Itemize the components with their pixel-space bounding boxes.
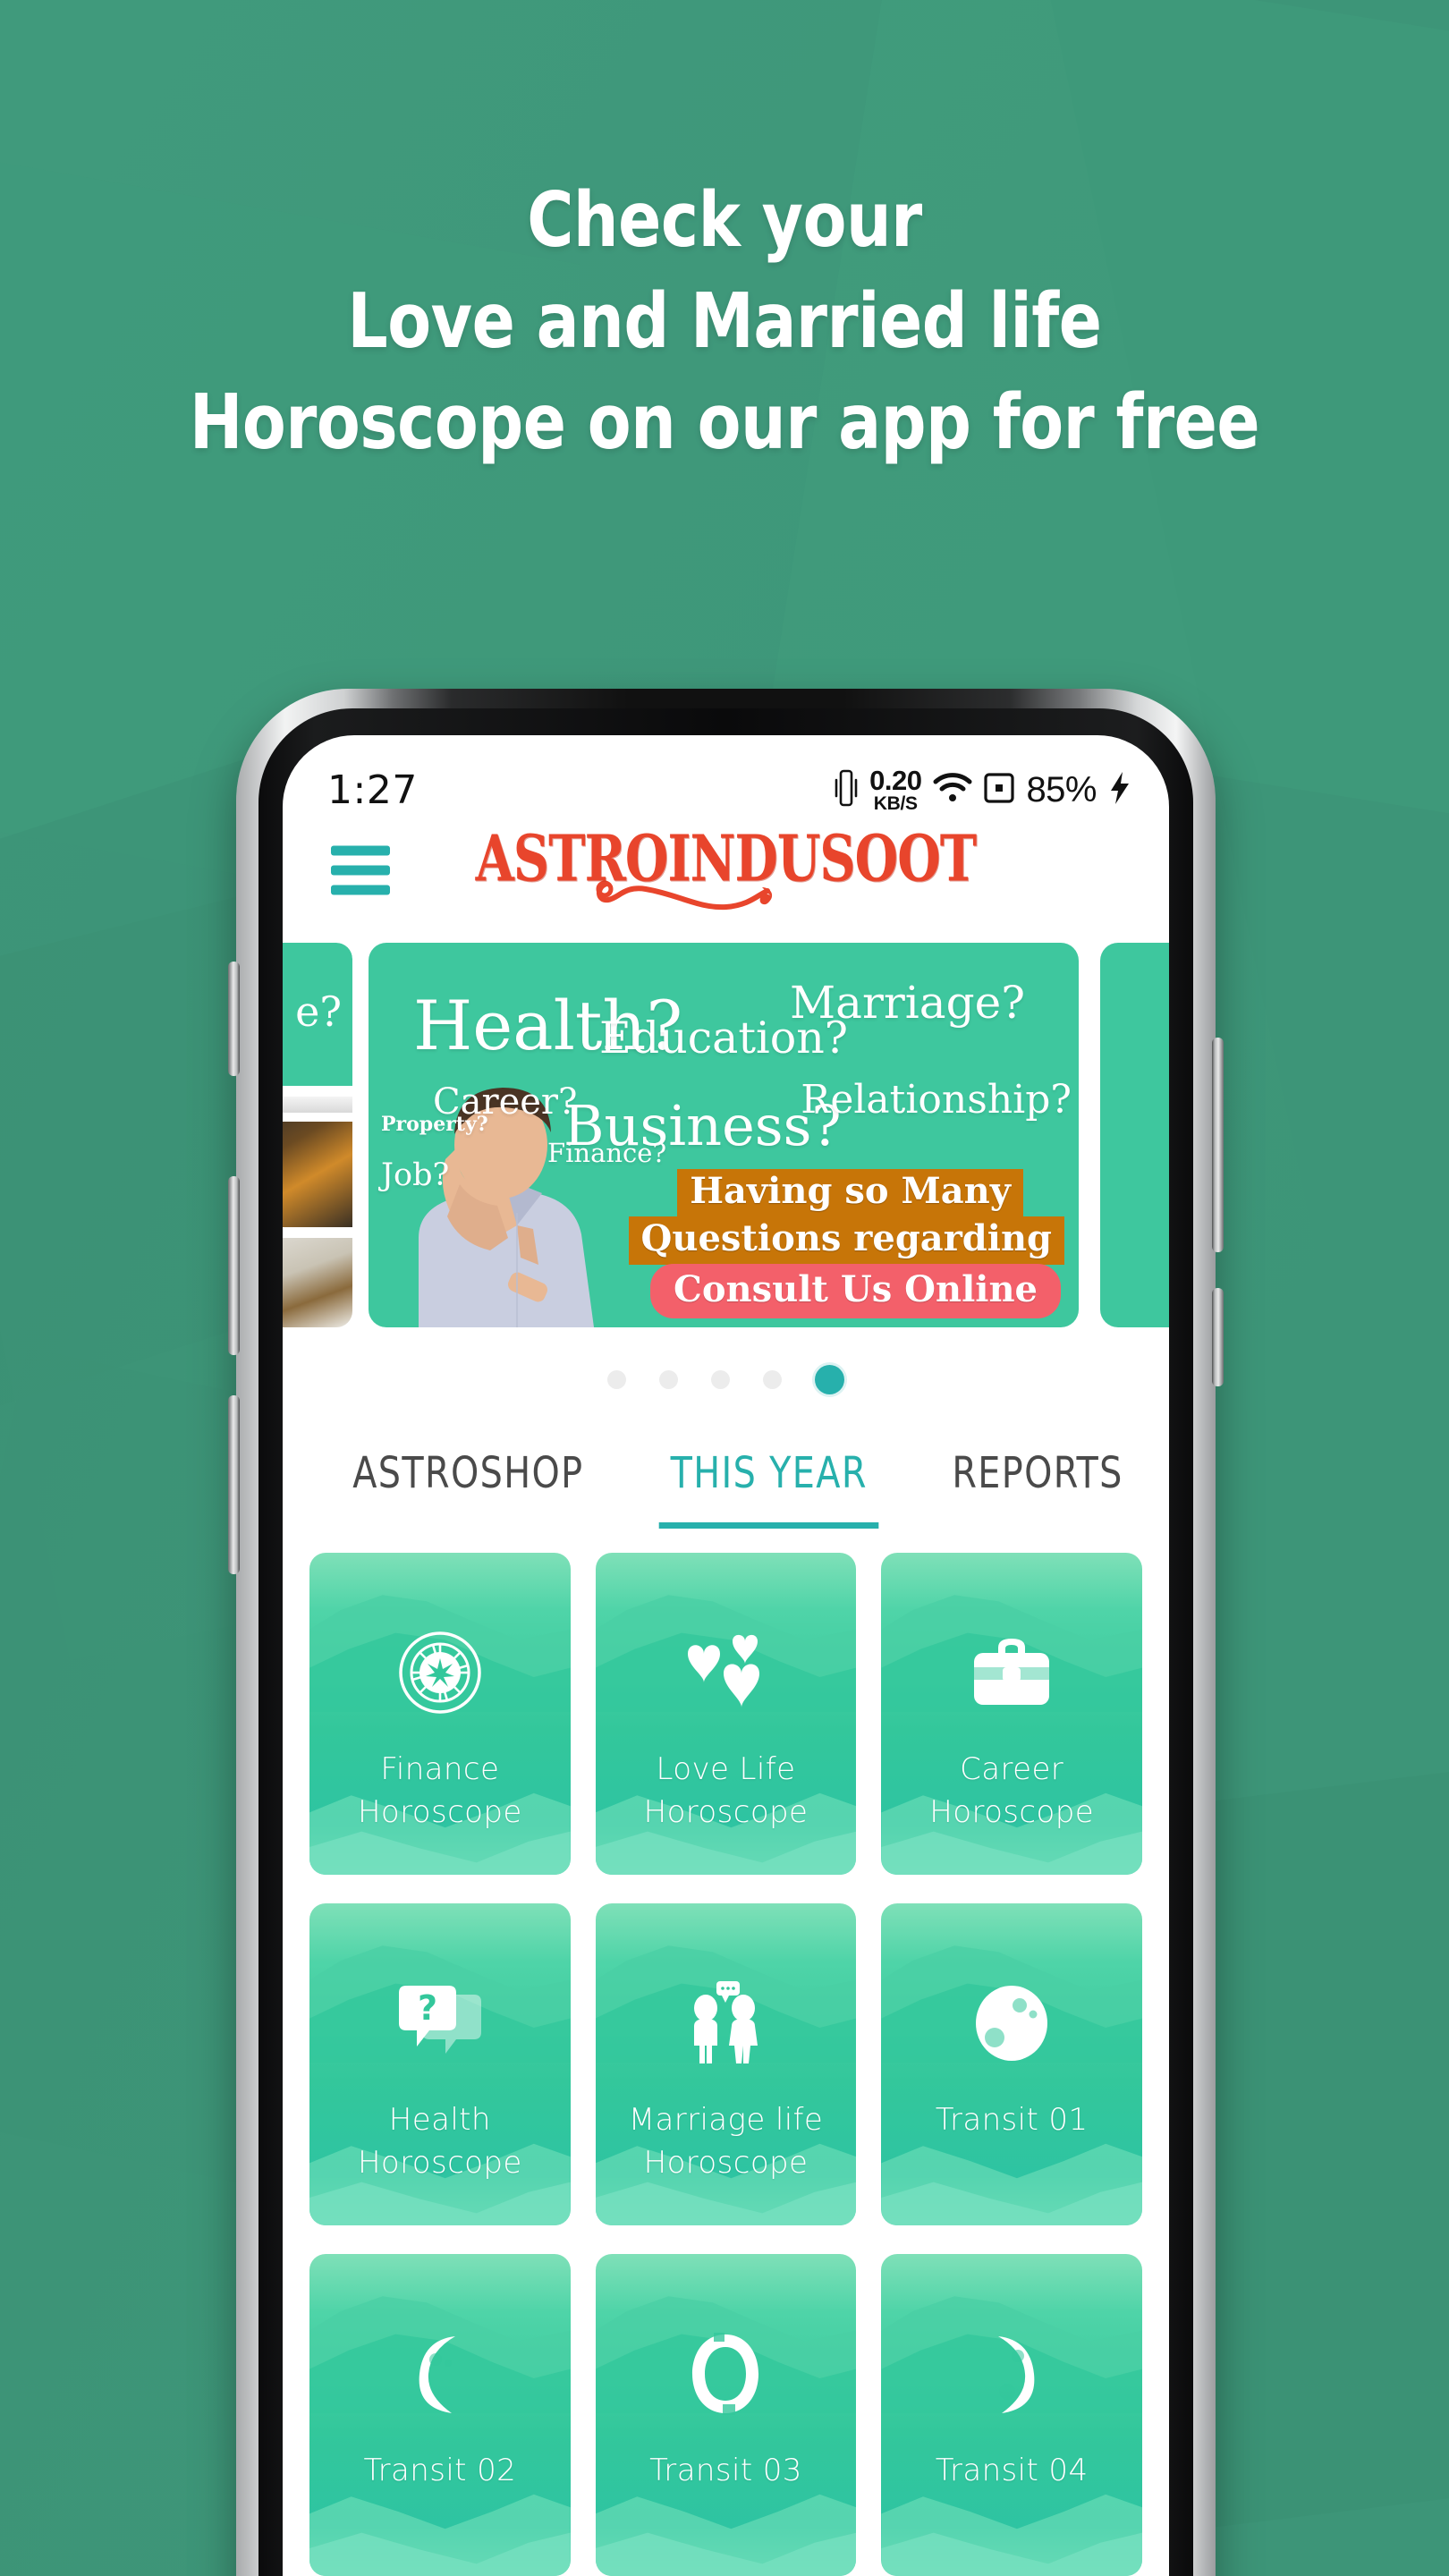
question-speech-bubble-icon: ?	[394, 1980, 487, 2066]
card-career-horoscope[interactable]: Career Horoscope	[881, 1553, 1142, 1875]
card-label: Finance Horoscope	[358, 1748, 522, 1835]
network-speed-indicator: 0.20 KB/S	[869, 765, 922, 814]
svg-text:?: ?	[418, 1988, 437, 2028]
carousel-slide-active[interactable]: Health? Education? Marriage? Career? Bus…	[369, 943, 1079, 1327]
couple-icon	[681, 1980, 770, 2066]
horoscope-card-grid: Finance Horoscope Love Life Horoscope Ca…	[283, 1540, 1169, 2576]
card-label-line1: Transit 03	[649, 2453, 802, 2488]
card-label: Transit 03	[649, 2449, 802, 2492]
card-label-line2: Horoscope	[643, 1794, 809, 1831]
card-finance-horoscope[interactable]: Finance Horoscope	[309, 1553, 571, 1875]
tab-reports[interactable]: REPORTS	[920, 1448, 1154, 1498]
sim-card-icon	[984, 771, 1015, 809]
card-label: Career Horoscope	[929, 1748, 1094, 1835]
card-love-life-horoscope[interactable]: Love Life Horoscope	[595, 1553, 857, 1875]
headline-line-3: Horoscope on our app for free	[189, 378, 1260, 468]
carousel-question-property: Property?	[381, 1113, 488, 1136]
carousel-prev-photo	[283, 1122, 352, 1227]
card-label-line1: Transit 02	[363, 2453, 517, 2488]
charging-bolt-icon	[1108, 770, 1131, 810]
phone-side-button-extra[interactable]	[1212, 1288, 1224, 1386]
promo-headline: Check your Love and Married life Horosco…	[51, 170, 1399, 473]
carousel-dot-active[interactable]	[815, 1364, 844, 1394]
status-bar: 1:27 0.20 KB/S 85%	[283, 735, 1169, 821]
card-label: Health Horoscope	[358, 2098, 522, 2185]
carousel-dot[interactable]	[607, 1369, 626, 1389]
promo-carousel[interactable]: e? Health? Education? Marriage? Career? …	[283, 919, 1169, 1349]
card-label-line1: Transit 04	[935, 2453, 1089, 2488]
card-label-line2: Horoscope	[643, 2145, 809, 2182]
card-label-line1: Career	[960, 1751, 1064, 1787]
card-label: Love Life Horoscope	[644, 1748, 809, 1835]
phone-side-button-volume-down[interactable]	[228, 1395, 240, 1574]
status-bar-time: 1:27	[327, 767, 418, 813]
planet-craters-icon	[970, 1980, 1053, 2066]
phone-side-button-volume-up[interactable]	[228, 1176, 240, 1355]
carousel-question-job: Job?	[381, 1157, 450, 1193]
card-transit-04[interactable]: Transit 04	[881, 2254, 1142, 2576]
card-health-horoscope[interactable]: ? Health Horoscope	[309, 1903, 571, 2225]
card-label-line1: Finance	[380, 1751, 500, 1787]
card-label-line1: Health	[388, 2102, 491, 2138]
card-label: Transit 01	[936, 2098, 1089, 2141]
carousel-dot[interactable]	[763, 1369, 782, 1389]
carousel-prev-partial-text: e?	[295, 987, 342, 1036]
app-header: ASTROINDUSOOT	[283, 821, 1169, 919]
card-transit-02[interactable]: Transit 02	[309, 2254, 571, 2576]
carousel-cta-line-2: Questions regarding	[628, 1216, 1064, 1265]
carousel-cta-line-1: Having so Many	[677, 1169, 1023, 1217]
card-marriage-life-horoscope[interactable]: Marriage life Horoscope	[595, 1903, 857, 2225]
carousel-dot[interactable]	[659, 1369, 678, 1389]
battery-percent: 85%	[1026, 769, 1097, 809]
wifi-icon	[933, 772, 972, 809]
carousel-question-relationship: Relationship?	[801, 1077, 1072, 1123]
card-label-line2: Horoscope	[929, 1794, 1095, 1831]
tab-clipped-left[interactable]: O	[283, 1448, 307, 1498]
ring-planet-icon	[687, 2331, 764, 2417]
zodiac-wheel-icon	[397, 1630, 483, 1716]
phone-side-button-assistant[interactable]	[228, 962, 240, 1076]
crescent-moon-icon	[400, 2331, 480, 2417]
consult-us-online-button[interactable]: Consult Us Online	[650, 1264, 1061, 1318]
carousel-pagination-dots[interactable]	[283, 1361, 1169, 1397]
status-bar-icons: 0.20 KB/S 85%	[835, 767, 1131, 813]
vibrate-icon	[835, 769, 858, 811]
tab-bar[interactable]: O ASTROSHOP THIS YEAR REPORTS PANC	[283, 1415, 1169, 1531]
network-speed-value: 0.20	[869, 765, 922, 796]
briefcase-icon	[967, 1630, 1056, 1716]
card-label: Transit 04	[936, 2449, 1089, 2492]
app-logo[interactable]: ASTROINDUSOOT	[283, 822, 1169, 912]
tab-astroshop[interactable]: ASTROSHOP	[322, 1448, 615, 1498]
three-hearts-icon	[677, 1630, 774, 1716]
app-logo-text: ASTROINDUSOOT	[475, 821, 978, 896]
phone-side-button-power[interactable]	[1212, 1038, 1224, 1252]
card-transit-01[interactable]: Transit 01	[881, 1903, 1142, 2225]
card-label: Transit 02	[363, 2449, 516, 2492]
card-label-line1: Marriage life	[628, 2102, 824, 2138]
card-label-line1: Transit 01	[935, 2102, 1089, 2138]
card-label: Marriage life Horoscope	[629, 2098, 824, 2185]
phone-screen: 1:27 0.20 KB/S 85% ASTROINDUSOOT e? Heal…	[283, 735, 1169, 2576]
network-speed-unit: KB/S	[873, 793, 918, 814]
carousel-prev-photo	[283, 1238, 352, 1327]
card-label-line1: Love Life	[656, 1751, 796, 1787]
phone-mockup: 1:27 0.20 KB/S 85% ASTROINDUSOOT e? Heal…	[228, 689, 1224, 2576]
carousel-dot[interactable]	[711, 1369, 730, 1389]
carousel-slide-next[interactable]	[1100, 943, 1169, 1327]
carousel-question-finance: Finance?	[547, 1138, 666, 1168]
waning-moon-icon	[971, 2331, 1052, 2417]
tab-this-year[interactable]: THIS YEAR	[640, 1448, 899, 1529]
card-transit-03[interactable]: Transit 03	[595, 2254, 857, 2576]
card-label-line2: Horoscope	[357, 2145, 522, 2182]
headline-line-1: Check your	[527, 176, 922, 265]
carousel-prev-green-panel: e?	[283, 943, 352, 1086]
headline-line-2: Love and Married life	[347, 277, 1102, 367]
carousel-question-marriage: Marriage?	[789, 977, 1025, 1029]
card-label-line2: Horoscope	[357, 1794, 522, 1831]
carousel-slide-previous[interactable]: e?	[283, 943, 352, 1327]
carousel-prev-photo	[283, 1097, 352, 1113]
